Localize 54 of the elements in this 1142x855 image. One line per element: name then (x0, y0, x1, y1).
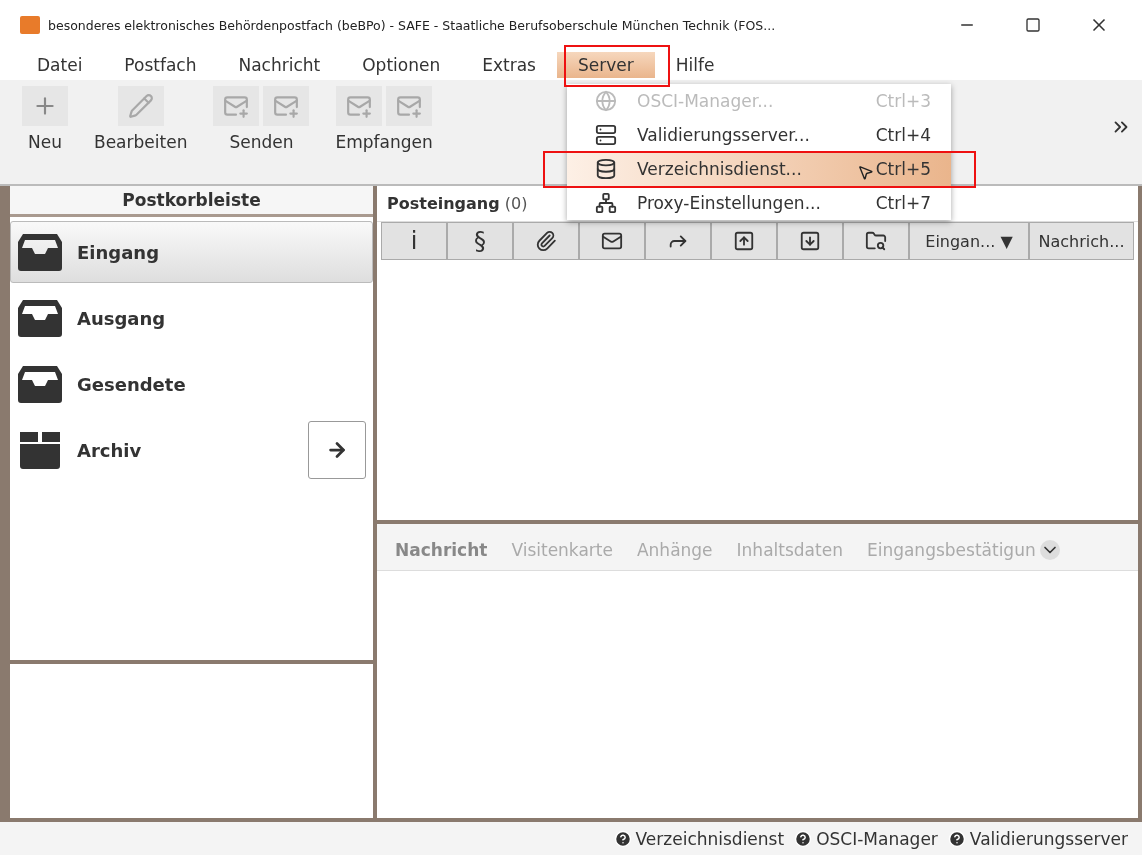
sidebar-item[interactable]: Gesendete (10, 353, 373, 415)
column-header[interactable] (513, 222, 579, 260)
more-tabs-icon[interactable] (1039, 540, 1060, 560)
inbox-tray-icon (17, 298, 63, 338)
status-item[interactable]: OSCI-Manager (794, 828, 938, 849)
maximize-icon[interactable] (1025, 17, 1041, 33)
help-icon (613, 829, 632, 848)
column-header[interactable]: § (447, 222, 513, 260)
column-header[interactable] (579, 222, 645, 260)
mail-icon (601, 230, 623, 252)
menu-item[interactable]: Datei (16, 52, 104, 78)
network-icon (595, 192, 617, 214)
arrow-button[interactable] (308, 421, 366, 479)
database-icon (595, 158, 617, 180)
attachment-icon (535, 230, 557, 252)
status-item[interactable]: Verzeichnisdienst (613, 828, 785, 849)
mouse-pointer-icon (857, 164, 874, 181)
menu-item[interactable]: Hilfe (654, 52, 736, 78)
menu-entry[interactable]: Proxy-Einstellungen... Ctrl+7 (567, 186, 951, 220)
toolbar-label: Neu (28, 132, 62, 152)
menu-entry[interactable]: Verzeichnisdienst... Ctrl+5 (567, 152, 951, 186)
toolbar-label: Senden (229, 132, 294, 152)
sidebar-item[interactable]: Eingang (10, 221, 373, 283)
archive-icon (17, 430, 63, 470)
sidebar-item[interactable]: Archiv (10, 419, 373, 481)
toolbar-label: Bearbeiten (94, 132, 188, 152)
column-header[interactable] (843, 222, 909, 260)
menu-item[interactable]: Postfach (103, 52, 218, 78)
server-icon (595, 124, 617, 146)
inbox-tray-icon (17, 232, 63, 272)
upload-icon (733, 230, 755, 252)
menu-item[interactable]: Nachricht (217, 52, 342, 78)
column-header[interactable] (711, 222, 777, 260)
help-icon (794, 829, 813, 848)
globe-icon (595, 90, 617, 112)
panel-title: Postkorbleiste (10, 186, 373, 217)
menu-item[interactable]: Extras (461, 52, 557, 78)
plus-icon[interactable] (22, 86, 68, 126)
inbox-tray-icon (17, 364, 63, 404)
sidebar-item[interactable]: Ausgang (10, 287, 373, 349)
menu-entry[interactable]: Validierungsserver... Ctrl+4 (567, 118, 951, 152)
status-item[interactable]: Validierungsserver (947, 828, 1128, 849)
window-title: besonderes elektronisches Behördenpostfach (beBPo) - SAFE - Staatliche Berufsoberschule München Technik (FOS... (48, 17, 777, 33)
download-icon (799, 230, 821, 252)
column-header[interactable]: i (381, 222, 447, 260)
toolbar-label: Empfangen (335, 132, 433, 152)
column-header[interactable]: Nachrich... (1029, 222, 1134, 260)
help-icon (947, 829, 966, 848)
app-icon (20, 16, 40, 34)
column-header[interactable] (777, 222, 843, 260)
menu-item[interactable]: Optionen (341, 52, 462, 78)
menu-item[interactable]: Server (556, 52, 655, 78)
arrow-right-icon (326, 439, 348, 461)
column-header[interactable]: Eingan... ▼ (909, 222, 1029, 260)
